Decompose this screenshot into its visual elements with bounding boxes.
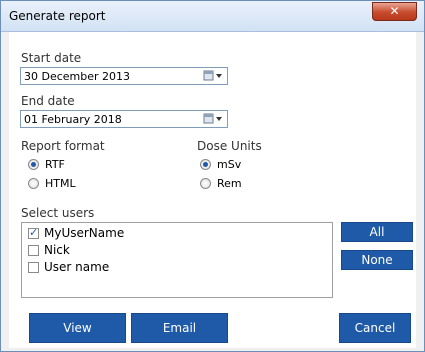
radio-label: mSv xyxy=(217,158,242,171)
select-none-button[interactable]: None xyxy=(341,250,413,270)
title-bar: Generate report ✕ xyxy=(1,1,424,32)
end-date-picker[interactable]: 01 February 2018 xyxy=(20,110,228,128)
radio-indicator[interactable] xyxy=(28,159,39,170)
end-date-label: End date xyxy=(21,94,75,108)
user-name: MyUserName xyxy=(44,226,125,240)
radio-msv[interactable]: mSv xyxy=(200,158,260,172)
select-users-label: Select users xyxy=(21,206,95,220)
dialog-title: Generate report xyxy=(9,9,106,23)
email-button[interactable]: Email xyxy=(131,313,228,343)
user-item[interactable]: User name xyxy=(28,260,178,275)
cancel-button[interactable]: Cancel xyxy=(339,313,411,343)
end-date-value: 01 February 2018 xyxy=(24,113,122,126)
radio-html[interactable]: HTML xyxy=(28,177,88,191)
user-item[interactable]: Nick xyxy=(28,243,178,258)
start-date-picker[interactable]: 30 December 2013 xyxy=(20,67,228,85)
calendar-dropdown-icon[interactable] xyxy=(203,70,223,82)
radio-indicator[interactable] xyxy=(28,178,39,189)
close-button[interactable]: ✕ xyxy=(372,2,417,21)
close-icon: ✕ xyxy=(389,4,400,18)
select-all-button[interactable]: All xyxy=(341,222,413,242)
start-date-value: 30 December 2013 xyxy=(24,70,131,83)
user-name: Nick xyxy=(44,243,70,257)
calendar-dropdown-icon[interactable] xyxy=(203,113,223,125)
user-checkbox[interactable] xyxy=(28,262,39,273)
radio-label: HTML xyxy=(45,177,76,190)
radio-label: RTF xyxy=(45,158,65,171)
user-checkbox[interactable] xyxy=(28,245,39,256)
user-item[interactable]: MyUserName xyxy=(28,226,178,241)
view-button[interactable]: View xyxy=(29,313,126,343)
dose-units-label: Dose Units xyxy=(197,139,262,153)
radio-indicator[interactable] xyxy=(200,159,211,170)
radio-indicator[interactable] xyxy=(200,178,211,189)
radio-rtf[interactable]: RTF xyxy=(28,158,88,172)
user-checkbox[interactable] xyxy=(28,226,39,239)
radio-rem[interactable]: Rem xyxy=(200,177,260,191)
report-format-label: Report format xyxy=(21,139,105,153)
users-listbox[interactable]: MyUserName Nick User name xyxy=(21,222,333,298)
generate-report-dialog: Generate report ✕ Start date 30 December… xyxy=(0,0,425,352)
dialog-body: Start date 30 December 2013 End date 01 … xyxy=(9,32,416,348)
radio-label: Rem xyxy=(217,177,242,190)
start-date-label: Start date xyxy=(21,51,82,65)
user-name: User name xyxy=(44,260,110,274)
